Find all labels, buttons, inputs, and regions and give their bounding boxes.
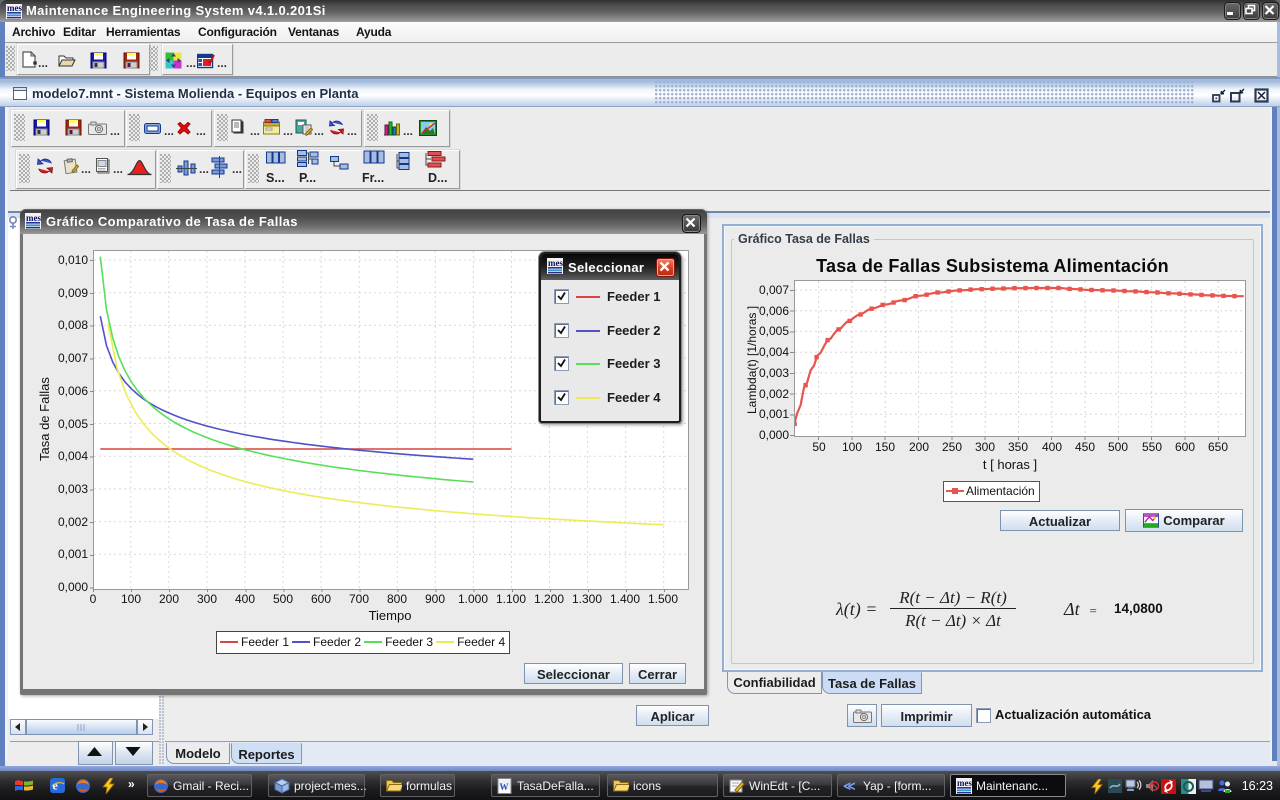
svg-text:W: W	[500, 782, 509, 792]
svg-text:mes: mes	[957, 778, 972, 788]
svg-text:mes: mes	[548, 258, 563, 268]
svg-text:mes: mes	[7, 3, 22, 13]
svg-text:mes: mes	[26, 213, 41, 223]
svg-text:≪: ≪	[843, 779, 856, 792]
